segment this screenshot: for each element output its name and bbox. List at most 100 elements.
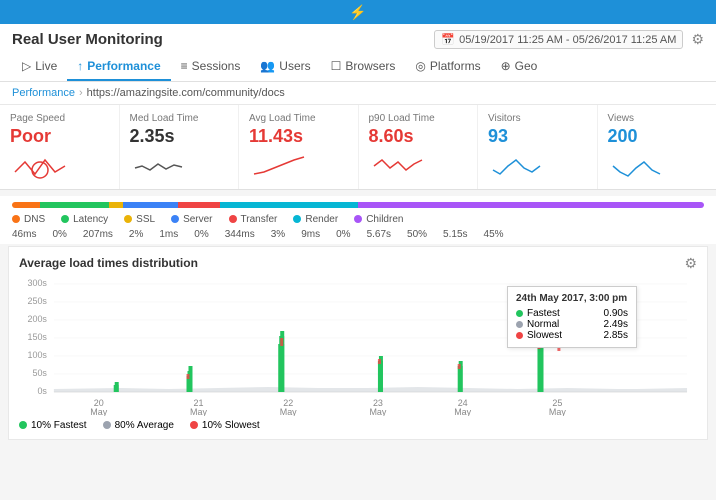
ssl-bar — [109, 202, 123, 208]
children-bar — [358, 202, 704, 208]
slowest-legend-label: 10% Slowest — [202, 420, 260, 431]
metric-views: Views 200 — [598, 105, 716, 189]
tooltip-row-fastest: Fastest 0.90s — [516, 308, 628, 319]
slowest-dot — [516, 332, 523, 339]
tab-users-label: Users — [279, 59, 310, 73]
live-icon: ▷ — [22, 59, 31, 73]
children-dot — [354, 215, 362, 223]
breadcrumb-current: https://amazingsite.com/community/docs — [87, 87, 285, 99]
latency-value: 207ms — [83, 229, 113, 240]
children-pct: 45% — [484, 229, 504, 240]
slowest-legend-dot — [190, 421, 198, 429]
tab-sessions[interactable]: ≡ Sessions — [171, 53, 251, 81]
fastest-dot — [516, 310, 523, 317]
metric-med-load-value: 2.35s — [130, 126, 175, 148]
legend-slowest: 10% Slowest — [190, 420, 260, 431]
tab-browsers-label: Browsers — [345, 59, 395, 73]
tab-live-label: Live — [35, 59, 57, 73]
legend-fastest: 10% Fastest — [19, 420, 87, 431]
svg-text:200s: 200s — [27, 314, 47, 324]
tooltip-row-normal: Normal 2.49s — [516, 319, 628, 330]
chart-header: Average load times distribution ⚙ — [19, 255, 697, 272]
sparkline-views — [608, 152, 668, 183]
metric-p90-load: p90 Load Time 8.60s — [359, 105, 479, 189]
chart-area: 300s 250s 200s 150s 100s 50s 0s — [19, 276, 697, 416]
sessions-icon: ≡ — [181, 59, 188, 73]
tab-browsers[interactable]: ☐ Browsers — [321, 53, 406, 81]
metric-page-speed-value: Poor — [10, 126, 51, 148]
tab-platforms[interactable]: ◎ Platforms — [405, 53, 490, 81]
metric-visitors: Visitors 93 — [478, 105, 598, 189]
legend-dns: DNS — [12, 214, 45, 225]
ssl-pct: 0% — [194, 229, 208, 240]
metric-p90-load-label: p90 Load Time — [369, 113, 435, 124]
server-dot — [171, 215, 179, 223]
ssl-label: SSL — [136, 214, 155, 225]
date-range[interactable]: 📅 05/19/2017 11:25 AM - 05/26/2017 11:25… — [434, 30, 683, 49]
sparkline-p90-load — [369, 152, 429, 183]
tab-performance-label: Performance — [87, 59, 160, 73]
breadcrumb-link[interactable]: Performance — [12, 87, 75, 99]
metric-p90-load-value: 8.60s — [369, 126, 414, 148]
metric-views-label: Views — [608, 113, 635, 124]
progress-section: DNS Latency SSL Server Transfer Render C… — [0, 196, 716, 244]
render-pct: 50% — [407, 229, 427, 240]
render-label: Render — [305, 214, 338, 225]
tab-performance[interactable]: ↑ Performance — [67, 53, 170, 81]
header-right: 📅 05/19/2017 11:25 AM - 05/26/2017 11:25… — [434, 30, 704, 49]
latency-label: Latency — [73, 214, 108, 225]
svg-text:May: May — [280, 407, 297, 416]
svg-text:250s: 250s — [27, 296, 47, 306]
chart-legend: 10% Fastest 80% Average 10% Slowest — [19, 420, 697, 431]
children-value: 5.15s — [443, 229, 467, 240]
chart-tooltip: 24th May 2017, 3:00 pm Fastest 0.90s Nor… — [507, 286, 637, 348]
tooltip-normal-label: Normal — [516, 319, 559, 330]
metric-med-load-label: Med Load Time — [130, 113, 199, 124]
tab-platforms-label: Platforms — [430, 59, 481, 73]
tab-live[interactable]: ▷ Live — [12, 53, 67, 81]
legend-ssl: SSL — [124, 214, 155, 225]
svg-text:0s: 0s — [37, 386, 47, 396]
top-bar: ⚡ — [0, 0, 716, 24]
tooltip-normal-value: 2.49s — [604, 319, 628, 330]
tab-geo[interactable]: ⊕ Geo — [491, 53, 548, 81]
sparkline-med-load — [130, 152, 190, 183]
fastest-legend-dot — [19, 421, 27, 429]
server-value: 344ms — [225, 229, 255, 240]
tooltip-row-slowest: Slowest 2.85s — [516, 330, 628, 341]
metrics-values-row: 46ms 0% 207ms 2% 1ms 0% 344ms 3% 9ms 0% … — [12, 229, 704, 240]
sparkline-avg-load — [249, 152, 309, 183]
legend-children: Children — [354, 214, 403, 225]
metrics-row: Page Speed Poor Med Load Time 2.35s Avg … — [0, 105, 716, 190]
dns-bar — [12, 202, 40, 208]
render-bar — [220, 202, 358, 208]
tooltip-slowest-value: 2.85s — [604, 330, 628, 341]
metric-views-value: 200 — [608, 126, 638, 148]
tab-users[interactable]: 👥 Users — [250, 53, 320, 81]
render-dot — [293, 215, 301, 223]
legend-average: 80% Average — [103, 420, 174, 431]
normal-dot — [516, 321, 523, 328]
header-top: Real User Monitoring 📅 05/19/2017 11:25 … — [12, 30, 704, 49]
date-range-text: 05/19/2017 11:25 AM - 05/26/2017 11:25 A… — [459, 34, 676, 46]
average-legend-dot — [103, 421, 111, 429]
metric-avg-load-value: 11.43s — [249, 126, 303, 148]
chart-settings-icon[interactable]: ⚙ — [684, 255, 697, 272]
fastest-legend-label: 10% Fastest — [31, 420, 87, 431]
svg-text:50s: 50s — [32, 368, 47, 378]
server-label: Server — [183, 214, 212, 225]
metric-page-speed: Page Speed Poor — [0, 105, 120, 189]
dns-label: DNS — [24, 214, 45, 225]
legend-render: Render — [293, 214, 338, 225]
svg-text:May: May — [190, 407, 207, 416]
children-label: Children — [366, 214, 403, 225]
svg-text:100s: 100s — [27, 350, 47, 360]
breadcrumb-separator: › — [79, 87, 83, 99]
users-icon: 👥 — [260, 59, 275, 73]
sparkline-page-speed — [10, 152, 70, 183]
svg-text:May: May — [90, 407, 107, 416]
lightning-icon: ⚡ — [349, 4, 366, 21]
server-bar — [123, 202, 178, 208]
settings-icon[interactable]: ⚙ — [691, 31, 704, 48]
svg-text:300s: 300s — [27, 278, 47, 288]
